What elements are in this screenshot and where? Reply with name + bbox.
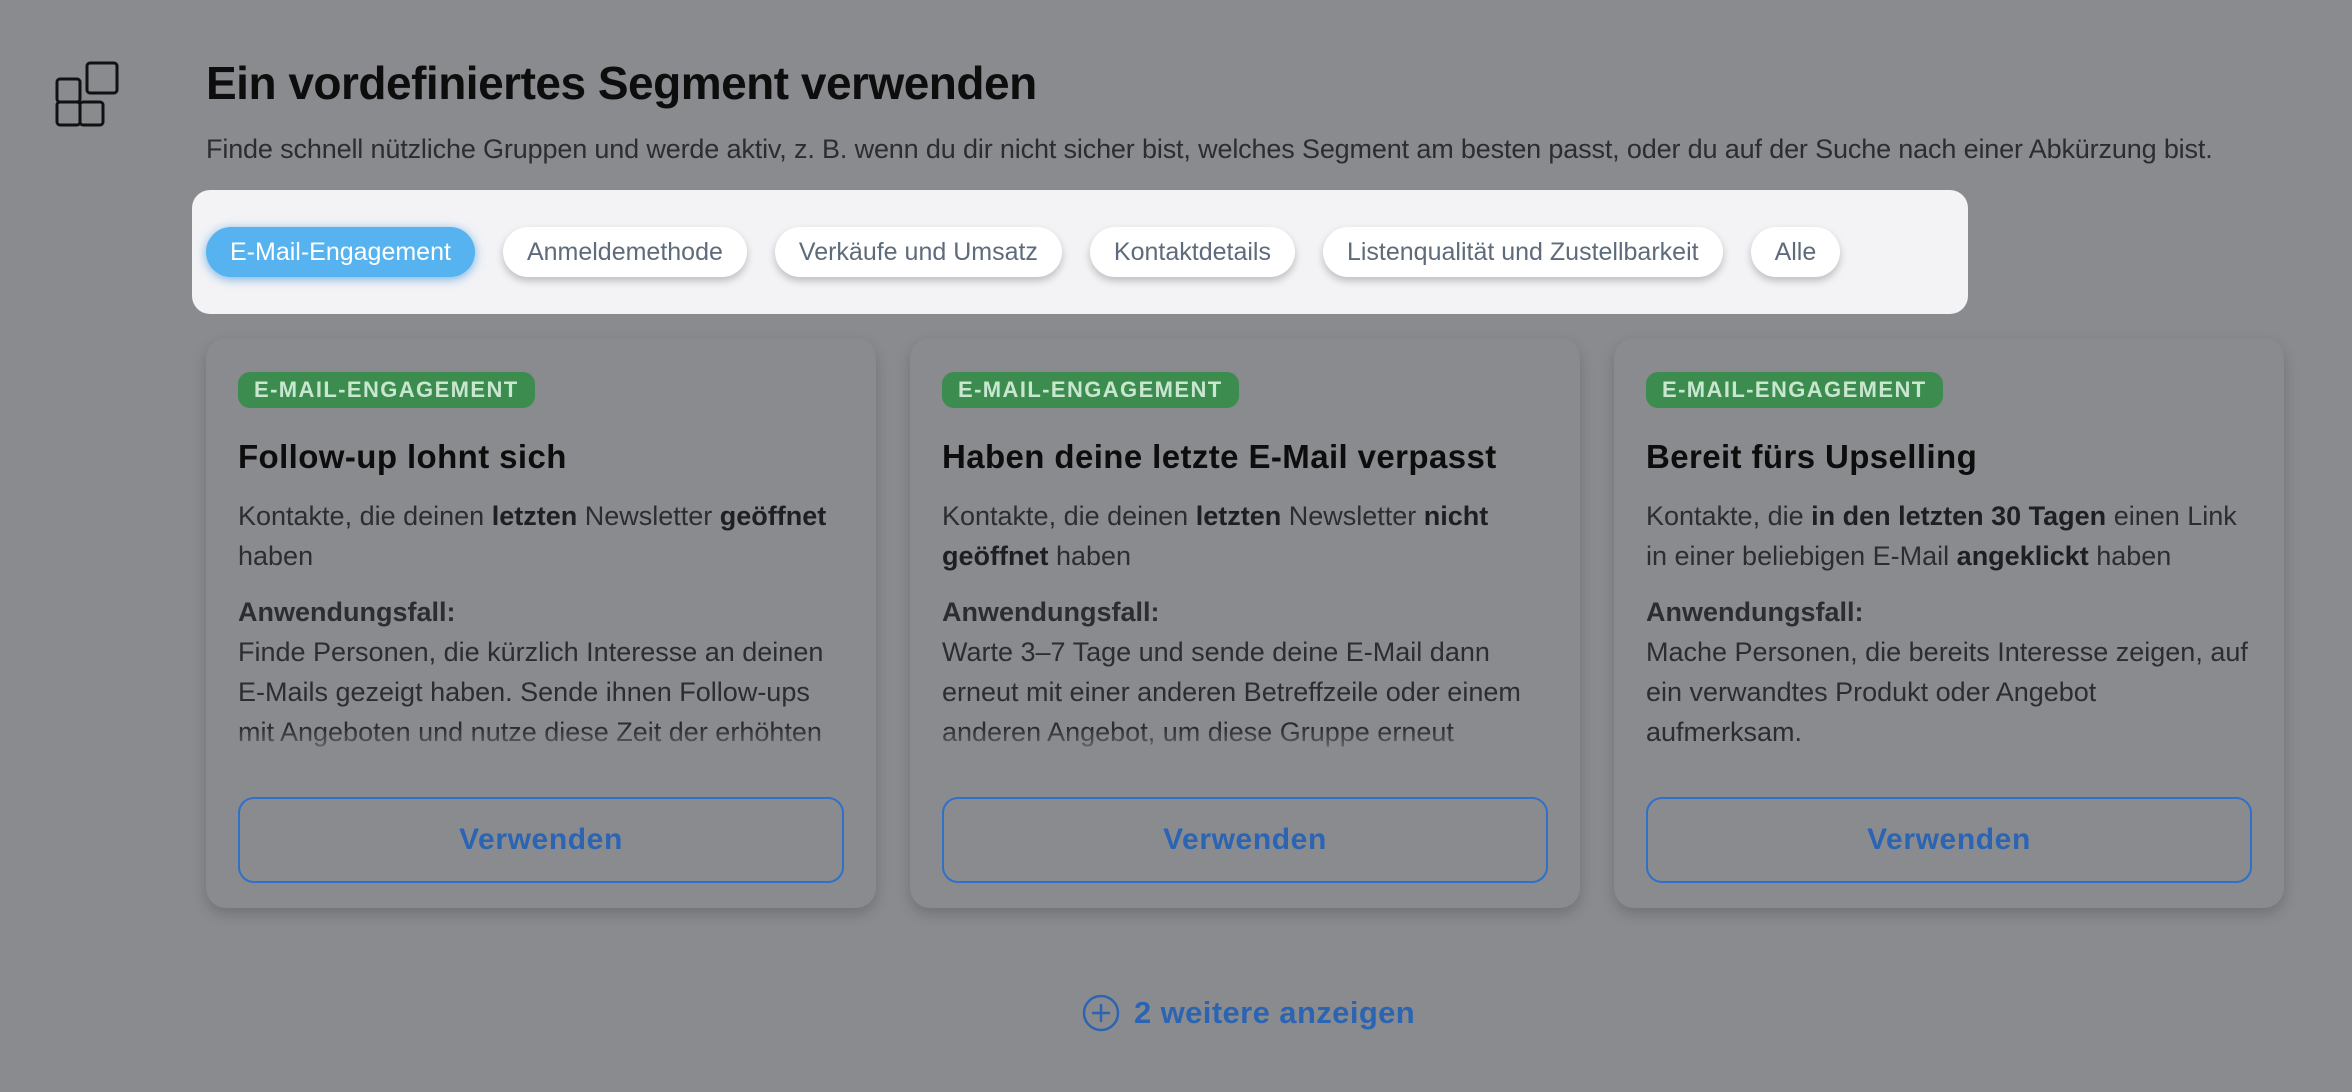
card-description: Kontakte, die deinen letzten Newsletter …: [238, 501, 827, 571]
use-segment-button[interactable]: Verwenden: [942, 797, 1548, 883]
show-more-link[interactable]: 2 weitere anzeigen: [1082, 994, 1415, 1032]
filter-chip-contact-details[interactable]: Kontaktdetails: [1089, 227, 1295, 277]
segment-page: Ein vordefiniertes Segment verwenden Fin…: [0, 0, 2352, 1092]
card-title: Follow-up lohnt sich: [238, 438, 567, 475]
filter-chip-list-quality[interactable]: Listenqualität und Zustellbarkeit: [1322, 227, 1723, 277]
usecase-label: Anwendungsfall:: [942, 597, 1160, 627]
category-badge: E-MAIL-ENGAGEMENT: [1646, 372, 1943, 408]
usecase-text: Warte 3–7 Tage und sende deine E-Mail da…: [942, 637, 1521, 747]
card-description: Kontakte, die deinen letzten Newsletter …: [942, 501, 1489, 571]
segment-card-follow-up: E-MAIL-ENGAGEMENT Follow-up lohnt sich K…: [206, 338, 876, 908]
show-more-label: 2 weitere anzeigen: [1134, 995, 1416, 1030]
usecase-label: Anwendungsfall:: [1646, 597, 1864, 627]
page-subtitle: Finde schnell nützliche Gruppen und werd…: [206, 134, 2213, 164]
filter-chip-email-engagement[interactable]: E-Mail-Engagement: [206, 227, 475, 277]
category-badge: E-MAIL-ENGAGEMENT: [238, 372, 535, 408]
usecase-label: Anwendungsfall:: [238, 597, 456, 627]
filter-chip-all[interactable]: Alle: [1750, 227, 1841, 277]
usecase-text: Mache Personen, die bereits Interesse ze…: [1646, 637, 2248, 747]
card-title: Bereit fürs Upselling: [1646, 438, 1978, 475]
plus-circle-icon: [1082, 994, 1120, 1032]
card-description: Kontakte, die in den letzten 30 Tagen ei…: [1646, 501, 2237, 571]
segment-card-upselling: E-MAIL-ENGAGEMENT Bereit fürs Upselling …: [1614, 338, 2284, 908]
use-segment-button[interactable]: Verwenden: [238, 797, 844, 883]
category-badge: E-MAIL-ENGAGEMENT: [942, 372, 1239, 408]
page-title: Ein vordefiniertes Segment verwenden: [206, 57, 1037, 109]
card-title: Haben deine letzte E-Mail verpasst: [942, 438, 1497, 475]
filter-chip-signup-method[interactable]: Anmeldemethode: [502, 227, 747, 277]
segment-card-missed-email: E-MAIL-ENGAGEMENT Haben deine letzte E-M…: [910, 338, 1580, 908]
filter-bar: E-Mail-Engagement Anmeldemethode Verkäuf…: [192, 190, 1968, 314]
segment-grid-icon: [55, 61, 119, 127]
filter-chip-sales-revenue[interactable]: Verkäufe und Umsatz: [774, 227, 1062, 277]
usecase-text: Finde Personen, die kürzlich Interesse a…: [238, 637, 824, 747]
use-segment-button[interactable]: Verwenden: [1646, 797, 2252, 883]
